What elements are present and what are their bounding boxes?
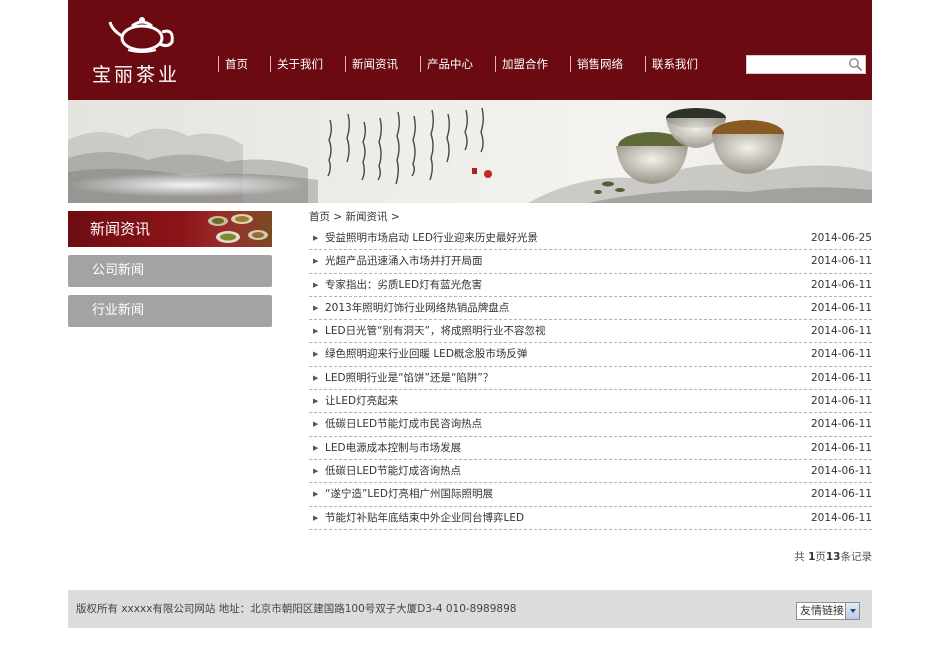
- news-row: ▶ 低碳日LED节能灯成咨询热点 2014-06-11: [309, 460, 872, 484]
- news-row: ▶ 让LED灯亮起来 2014-06-11: [309, 390, 872, 414]
- news-row: ▶ LED日光管“别有洞天”，将成照明行业不容忽视 2014-06-11: [309, 320, 872, 344]
- friend-links-label: 友情链接: [800, 604, 844, 617]
- news-row: ▶ 2013年照明灯饰行业网络热销品牌盘点 2014-06-11: [309, 297, 872, 321]
- news-title-link[interactable]: LED日光管“别有洞天”，将成照明行业不容忽视: [325, 320, 545, 342]
- sidebar-item-company-news[interactable]: 公司新闻: [68, 255, 272, 287]
- arrow-right-icon: ▶: [313, 466, 319, 475]
- news-title-link[interactable]: LED电源成本控制与市场发展: [325, 437, 461, 459]
- arrow-right-icon: ▶: [313, 350, 319, 359]
- record-count: 13: [825, 550, 841, 563]
- main-content: 首页 > 新闻资讯 > ▶ 受益照明市场启动 LED行业迎来历史最好光景 2014-…: [309, 209, 872, 564]
- nav-item-franchise[interactable]: 加盟合作: [495, 56, 548, 72]
- news-date: 2014-06-11: [810, 371, 872, 384]
- arrow-right-icon: ▶: [313, 397, 319, 406]
- search-box: [746, 55, 866, 74]
- news-title-link[interactable]: 绿色照明迎来行业回暖 LED概念股市场反弹: [325, 343, 527, 365]
- news-date: 2014-06-11: [810, 418, 872, 431]
- news-title-link[interactable]: 节能灯补贴年底结束中外企业同台博弈LED: [325, 507, 524, 529]
- news-row: ▶ “遂宁造”LED灯亮相广州国际照明展 2014-06-11: [309, 483, 872, 507]
- news-date: 2014-06-11: [810, 278, 872, 291]
- main-nav: 首页 关于我们 新闻资讯 产品中心 加盟合作 销售网络 联系我们: [218, 56, 720, 72]
- news-date: 2014-06-11: [810, 441, 872, 454]
- breadcrumb-separator: >: [390, 211, 400, 223]
- news-row: ▶ 光超产品迅速涌入市场并打开局面 2014-06-11: [309, 250, 872, 274]
- pagination-page-word: 页: [815, 550, 826, 563]
- news-title-link[interactable]: 专家指出：劣质LED灯有蓝光危害: [325, 274, 482, 296]
- news-title-link[interactable]: 光超产品迅速涌入市场并打开局面: [325, 250, 483, 272]
- nav-item-sales-network[interactable]: 销售网络: [570, 56, 623, 72]
- breadcrumb-separator: >: [333, 211, 343, 223]
- news-date: 2014-06-25: [810, 232, 872, 244]
- news-date: 2014-06-11: [810, 511, 872, 524]
- sidebar-item-industry-news[interactable]: 行业新闻: [68, 295, 272, 327]
- search-icon[interactable]: [848, 57, 863, 72]
- nav-item-contact[interactable]: 联系我们: [645, 56, 698, 72]
- arrow-right-icon: ▶: [313, 257, 319, 266]
- sidebar-title-label: 新闻资讯: [90, 220, 151, 238]
- arrow-right-icon: ▶: [313, 490, 319, 499]
- pagination-summary: 共 1页13条记录: [309, 549, 872, 564]
- sidebar: 新闻资讯 公司新闻 行业新闻: [68, 211, 272, 327]
- news-date: 2014-06-11: [810, 301, 872, 314]
- nav-item-news[interactable]: 新闻资讯: [345, 56, 398, 72]
- nav-item-about[interactable]: 关于我们: [270, 56, 323, 72]
- news-date: 2014-06-11: [810, 325, 872, 338]
- sidebar-title: 新闻资讯: [68, 211, 272, 247]
- banner-image: [68, 100, 872, 203]
- news-title-link[interactable]: 2013年照明灯饰行业网络热销品牌盘点: [325, 297, 509, 319]
- arrow-right-icon: ▶: [313, 234, 319, 242]
- news-date: 2014-06-11: [810, 255, 872, 268]
- tea-cups-icon: [208, 214, 268, 243]
- logo-text: 宝丽茶业: [92, 64, 181, 86]
- site-header: 宝丽茶业 首页 关于我们 新闻资讯 产品中心 加盟合作 销售网络 联系我们: [68, 0, 872, 100]
- news-date: 2014-06-11: [810, 395, 872, 408]
- news-row: ▶ LED照明行业是“馅饼”还是“陷阱”？ 2014-06-11: [309, 367, 872, 391]
- pagination-record-word: 条记录: [840, 550, 873, 563]
- arrow-right-icon: ▶: [313, 443, 319, 452]
- news-row: ▶ 节能灯补贴年底结束中外企业同台博弈LED 2014-06-11: [309, 507, 872, 530]
- news-title-link[interactable]: 受益照明市场启动 LED行业迎来历史最好光景: [325, 227, 538, 249]
- news-row: ▶ 绿色照明迎来行业回暖 LED概念股市场反弹 2014-06-11: [309, 343, 872, 367]
- arrow-right-icon: ▶: [313, 327, 319, 336]
- teapot-icon: [108, 17, 174, 53]
- copyright-text: 版权所有 xxxxx有限公司网站 地址：北京市朝阳区建国路100号双子大厦D3-…: [76, 603, 517, 615]
- news-row: ▶ 专家指出：劣质LED灯有蓝光危害 2014-06-11: [309, 274, 872, 297]
- arrow-right-icon: ▶: [313, 513, 319, 522]
- news-title-link[interactable]: “遂宁造”LED灯亮相广州国际照明展: [325, 483, 493, 505]
- news-row: ▶ LED电源成本控制与市场发展 2014-06-11: [309, 437, 872, 460]
- nav-item-products[interactable]: 产品中心: [420, 56, 473, 72]
- breadcrumb-current[interactable]: 新闻资讯: [346, 211, 388, 223]
- breadcrumb: 首页 > 新闻资讯 >: [309, 209, 872, 225]
- news-title-link[interactable]: LED照明行业是“馅饼”还是“陷阱”？: [325, 367, 493, 389]
- arrow-right-icon: ▶: [313, 373, 319, 382]
- site-footer: 版权所有 xxxxx有限公司网站 地址：北京市朝阳区建国路100号双子大厦D3-…: [68, 590, 872, 628]
- news-row: ▶ 低碳日LED节能灯成市民咨询热点 2014-06-11: [309, 413, 872, 437]
- news-title-link[interactable]: 低碳日LED节能灯成市民咨询热点: [325, 413, 482, 435]
- pagination-prefix: 共: [794, 550, 805, 563]
- chevron-down-icon[interactable]: [845, 603, 859, 619]
- friend-links-select[interactable]: 友情链接: [796, 602, 860, 620]
- news-title-link[interactable]: 让LED灯亮起来: [325, 390, 398, 412]
- logo[interactable]: 宝丽茶业: [92, 14, 202, 86]
- arrow-right-icon: ▶: [313, 303, 319, 312]
- news-date: 2014-06-11: [810, 348, 872, 361]
- arrow-right-icon: ▶: [313, 420, 319, 429]
- search-input[interactable]: [747, 56, 847, 73]
- news-date: 2014-06-11: [810, 488, 872, 501]
- ink-landscape-illustration: [68, 107, 872, 203]
- news-title-link[interactable]: 低碳日LED节能灯成咨询热点: [325, 460, 461, 482]
- nav-item-home[interactable]: 首页: [218, 56, 248, 72]
- news-date: 2014-06-11: [810, 464, 872, 477]
- breadcrumb-home[interactable]: 首页: [309, 211, 330, 223]
- news-row: ▶ 受益照明市场启动 LED行业迎来历史最好光景 2014-06-25: [309, 227, 872, 251]
- arrow-right-icon: ▶: [313, 280, 319, 289]
- news-list: ▶ 受益照明市场启动 LED行业迎来历史最好光景 2014-06-25 ▶ 光超产品迅…: [309, 227, 872, 530]
